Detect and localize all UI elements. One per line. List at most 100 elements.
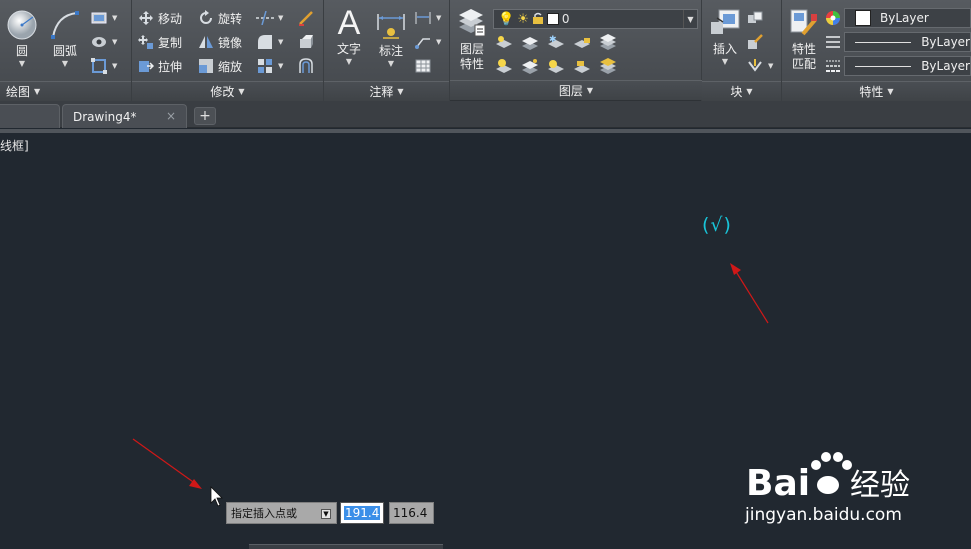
stretch-button[interactable]: 拉伸 — [137, 56, 182, 76]
x-coordinate-input[interactable]: 191.4 — [340, 502, 384, 524]
chevron-down-icon[interactable]: ▼ — [278, 14, 283, 22]
leader-button[interactable]: ▼ — [414, 32, 441, 52]
layer-properties-button[interactable]: 图层 特性 — [455, 6, 489, 72]
layer-lock-icon[interactable] — [573, 33, 591, 51]
modify-panel-footer[interactable]: 修改 ▼ — [132, 81, 323, 101]
linear-dim-button[interactable]: ▼ — [414, 8, 441, 28]
chevron-down-icon[interactable]: ▼ — [19, 59, 25, 69]
close-icon[interactable]: × — [166, 109, 176, 123]
y-coordinate-input[interactable]: 116.4 — [389, 502, 434, 524]
layer-thaw-icon[interactable] — [547, 57, 565, 75]
layer-unisolate-icon[interactable] — [521, 57, 539, 75]
arrow-down-icon[interactable]: ▼ — [321, 509, 331, 519]
file-tab-drawing4[interactable]: Drawing4* × — [62, 104, 187, 128]
new-tab-button[interactable]: + — [194, 107, 216, 125]
array-button[interactable]: ▼ — [256, 56, 283, 76]
linetype-sample — [855, 41, 912, 43]
layer-walk-icon[interactable] — [599, 57, 617, 75]
offset-icon — [297, 57, 315, 75]
chevron-down-icon[interactable]: ▼ — [112, 38, 117, 46]
match-properties-label-line2: 匹配 — [791, 57, 816, 71]
annotation-panel-footer[interactable]: 注释 ▼ — [324, 81, 449, 101]
hatch-icon — [90, 33, 108, 51]
color-dropdown[interactable]: ByLayer — [844, 8, 971, 28]
linetype-dropdown[interactable]: ByLayer — [844, 32, 971, 52]
chevron-down-icon[interactable]: ▼ — [346, 57, 352, 67]
copy-button[interactable]: 复制 — [137, 32, 182, 52]
mirror-button[interactable]: 镜像 — [197, 32, 242, 52]
circle-button[interactable]: 圆 ▼ — [5, 8, 39, 69]
fillet-button[interactable]: ▼ — [256, 32, 283, 52]
edit-block-icon — [746, 33, 764, 51]
fillet-icon — [256, 33, 274, 51]
chevron-down-icon[interactable]: ▼ — [112, 14, 117, 22]
erase-button[interactable] — [297, 8, 315, 28]
layer-off-icon[interactable] — [495, 33, 513, 51]
trim-button[interactable]: ▼ — [256, 8, 283, 28]
stretch-icon — [137, 57, 155, 75]
linetype-icon[interactable] — [824, 33, 842, 51]
chevron-down-icon[interactable]: ▼ — [768, 62, 773, 70]
match-properties-button[interactable]: 特性 匹配 — [787, 6, 821, 72]
chevron-down-icon: ▼ — [887, 87, 894, 96]
match-properties-label: 特性 匹配 — [792, 42, 816, 72]
array-icon — [256, 57, 274, 75]
previous-file-tab[interactable] — [0, 104, 60, 128]
chevron-down-icon: ▼ — [238, 87, 245, 96]
chevron-down-icon[interactable]: ▼ — [62, 59, 68, 69]
draw-panel-footer[interactable]: 绘图 ▼ — [0, 81, 131, 101]
rectangle-icon — [90, 9, 108, 27]
chevron-down-icon[interactable]: ▼ — [722, 57, 728, 67]
edit-attributes-button[interactable]: ▼ — [746, 56, 773, 76]
explode-button[interactable] — [297, 32, 315, 52]
drawn-text-entity[interactable]: (√) — [702, 214, 732, 236]
layers-panel-footer[interactable]: 图层 ▼ — [450, 80, 702, 100]
lineweight-icon[interactable] — [824, 57, 842, 75]
layer-unlock-icon[interactable] — [573, 57, 591, 75]
chevron-down-icon: ▼ — [397, 87, 404, 96]
hatch-button[interactable]: ▼ — [90, 32, 117, 52]
arc-button[interactable]: 圆弧 ▼ — [48, 8, 82, 69]
text-label: 文字 — [336, 42, 361, 56]
color-value: ByLayer — [880, 11, 929, 25]
layer-dropdown[interactable]: 💡 ☀ 0 ▼ — [493, 9, 698, 29]
table-icon — [414, 57, 432, 75]
properties-panel-footer[interactable]: 特性 ▼ — [782, 81, 971, 101]
chevron-down-icon[interactable]: ▼ — [436, 14, 441, 22]
layer-match-icon[interactable] — [599, 33, 617, 51]
chevron-down-icon[interactable]: ▼ — [683, 10, 697, 28]
svg-text:经验: 经验 — [850, 468, 910, 503]
lineweight-dropdown[interactable]: ByLayer — [844, 56, 971, 76]
table-button[interactable] — [414, 56, 432, 76]
chevron-down-icon[interactable]: ▼ — [388, 59, 394, 69]
svg-text:Bai: Bai — [746, 463, 810, 504]
chevron-down-icon: ▼ — [34, 87, 41, 96]
dynamic-input-prompt[interactable]: 指定插入点或 ▼ — [226, 502, 337, 524]
layer-isolate-icon[interactable] — [521, 33, 539, 51]
viewport-visual-style-control[interactable]: 线框] — [0, 137, 29, 154]
offset-button[interactable] — [297, 56, 315, 76]
scale-button[interactable]: 缩放 — [197, 56, 242, 76]
scale-icon — [197, 57, 215, 75]
properties-panel-title: 特性 — [859, 85, 884, 99]
trim-icon — [256, 9, 274, 27]
chevron-down-icon[interactable]: ▼ — [278, 62, 283, 70]
move-button[interactable]: 移动 — [137, 8, 182, 28]
chevron-down-icon[interactable]: ▼ — [436, 38, 441, 46]
rectangle-button[interactable]: ▼ — [90, 8, 117, 28]
text-button[interactable]: A 文字 ▼ — [334, 4, 364, 67]
color-wheel-icon[interactable] — [824, 9, 842, 27]
chevron-down-icon[interactable]: ▼ — [278, 38, 283, 46]
rotate-button[interactable]: 旋转 — [197, 8, 242, 28]
dimension-button[interactable]: 标注 ▼ — [374, 8, 408, 69]
block-panel-footer[interactable]: 块 ▼ — [702, 81, 781, 101]
annotation-panel-title: 注释 — [369, 85, 394, 99]
boundary-button[interactable]: ▼ — [90, 56, 117, 76]
insert-button[interactable]: 插入 ▼ — [707, 6, 743, 67]
chevron-down-icon[interactable]: ▼ — [112, 62, 117, 70]
command-line[interactable] — [249, 544, 443, 549]
layer-on-icon[interactable] — [495, 57, 513, 75]
edit-block-button[interactable] — [746, 32, 764, 52]
create-block-button[interactable] — [746, 8, 764, 28]
layer-freeze-icon[interactable]: ✱ — [547, 33, 565, 51]
